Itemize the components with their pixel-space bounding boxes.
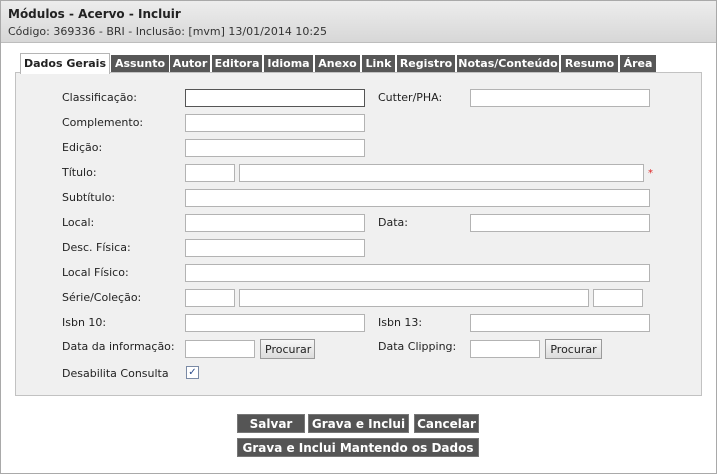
label-isbn10: Isbn 10: (62, 316, 107, 329)
data-clipping-input[interactable] (470, 340, 540, 358)
serie-numero-input[interactable] (593, 289, 643, 307)
label-complemento: Complemento: (62, 116, 144, 129)
label-desabilita-consulta: Desabilita Consulta (62, 367, 169, 380)
tab-resumo[interactable]: Resumo (561, 55, 618, 72)
label-subtitulo: Subtítulo: (62, 191, 116, 204)
local-fisico-input[interactable] (185, 264, 650, 282)
complemento-input[interactable] (185, 114, 365, 132)
isbn13-input[interactable] (470, 314, 650, 332)
grava-inclui-button[interactable]: Grava e Inclui (308, 414, 409, 433)
classificacao-input[interactable] (185, 89, 365, 107)
label-desc-fisica: Desc. Física: (62, 241, 131, 254)
module-window: Módulos - Acervo - Incluir Código: 36933… (0, 0, 717, 474)
tab-assunto[interactable]: Assunto (111, 55, 169, 72)
tab-notas-conteudo[interactable]: Notas/Conteúdo (457, 55, 559, 72)
required-marker: * (648, 168, 653, 179)
tab-area[interactable]: Área (620, 55, 656, 72)
checkmark-icon: ✓ (188, 367, 197, 378)
label-classificacao: Classificação: (62, 91, 137, 104)
subtitulo-input[interactable] (185, 189, 650, 207)
data-input[interactable] (470, 214, 650, 232)
tab-registro[interactable]: Registro (397, 55, 455, 72)
tab-link[interactable]: Link (362, 55, 395, 72)
label-data-informacao: Data da informação: (62, 340, 175, 353)
label-isbn13: Isbn 13: (378, 316, 423, 329)
label-data-clipping: Data Clipping: (378, 340, 457, 353)
cancelar-button[interactable]: Cancelar (414, 414, 479, 433)
page-title: Módulos - Acervo - Incluir (8, 7, 181, 21)
procurar-data-clipping-button[interactable]: Procurar (545, 339, 602, 359)
form-panel: Classificação: Cutter/PHA: Complemento: … (15, 72, 702, 396)
label-titulo: Título: (62, 166, 97, 179)
record-info: Código: 369336 - BRI - Inclusão: [mvm] 1… (8, 25, 328, 38)
grava-inclui-mantendo-button[interactable]: Grava e Inclui Mantendo os Dados (237, 438, 479, 457)
cutter-input[interactable] (470, 89, 650, 107)
label-local: Local: (62, 216, 95, 229)
salvar-button[interactable]: Salvar (237, 414, 305, 433)
tab-idioma[interactable]: Idioma (264, 55, 313, 72)
tab-editora[interactable]: Editora (212, 55, 262, 72)
label-local-fisico: Local Físico: (62, 266, 129, 279)
label-data: Data: (378, 216, 408, 229)
local-input[interactable] (185, 214, 365, 232)
procurar-data-informacao-button[interactable]: Procurar (260, 339, 315, 359)
label-edicao: Edição: (62, 141, 103, 154)
tab-dados-gerais[interactable]: Dados Gerais (20, 53, 110, 74)
serie-artigo-input[interactable] (185, 289, 235, 307)
desc-fisica-input[interactable] (185, 239, 365, 257)
data-informacao-input[interactable] (185, 340, 255, 358)
label-serie-colecao: Série/Coleção: (62, 291, 142, 304)
tab-autor[interactable]: Autor (170, 55, 210, 72)
titulo-input[interactable] (239, 164, 644, 182)
serie-colecao-input[interactable] (239, 289, 589, 307)
isbn10-input[interactable] (185, 314, 365, 332)
edicao-input[interactable] (185, 139, 365, 157)
window-header: Módulos - Acervo - Incluir Código: 36933… (1, 1, 716, 43)
titulo-artigo-input[interactable] (185, 164, 235, 182)
tab-anexo[interactable]: Anexo (315, 55, 360, 72)
desabilita-consulta-checkbox[interactable]: ✓ (186, 366, 199, 379)
label-cutter: Cutter/PHA: (378, 91, 443, 104)
